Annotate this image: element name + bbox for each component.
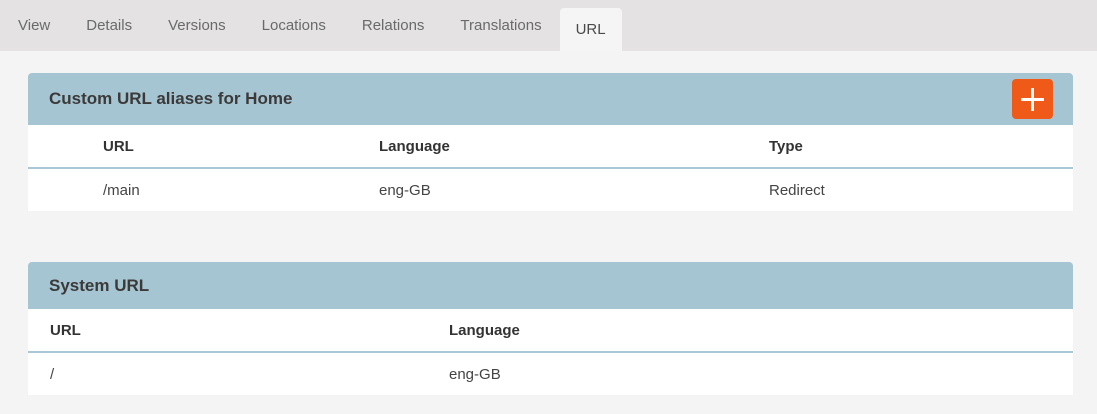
type-cell: Redirect — [769, 168, 1073, 211]
tab-relations[interactable]: Relations — [344, 0, 443, 51]
table-row: /main eng-GB Redirect — [28, 168, 1073, 211]
system-url-panel: System URL URL Language / eng-GB — [28, 262, 1073, 395]
gutter-cell — [28, 168, 103, 211]
language-column-header: Language — [449, 309, 1073, 352]
gutter-column-header — [28, 125, 103, 168]
tab-url[interactable]: URL — [560, 8, 622, 51]
table-row: / eng-GB — [28, 352, 1073, 395]
tab-details[interactable]: Details — [68, 0, 150, 51]
language-cell: eng-GB — [449, 352, 1073, 395]
tab-locations[interactable]: Locations — [244, 0, 344, 51]
panel-spacer — [28, 211, 1073, 262]
system-url-table: URL Language / eng-GB — [28, 309, 1073, 395]
system-url-title: System URL — [28, 276, 149, 296]
add-url-alias-button[interactable] — [1012, 79, 1053, 119]
tab-translations[interactable]: Translations — [442, 0, 559, 51]
custom-url-aliases-table: URL Language Type /main eng-GB Redirect — [28, 125, 1073, 211]
tab-bar: View Details Versions Locations Relation… — [0, 0, 1097, 51]
url-cell: /main — [103, 168, 379, 211]
url-column-header: URL — [103, 125, 379, 168]
table-header-row: URL Language — [28, 309, 1073, 352]
system-url-header: System URL — [28, 262, 1073, 309]
type-column-header: Type — [769, 125, 1073, 168]
language-cell: eng-GB — [379, 168, 769, 211]
content-area: Custom URL aliases for Home URL Language… — [28, 73, 1073, 395]
custom-url-aliases-title: Custom URL aliases for Home — [28, 89, 292, 109]
custom-url-aliases-panel: Custom URL aliases for Home URL Language… — [28, 73, 1073, 211]
url-cell: / — [28, 352, 449, 395]
tab-view[interactable]: View — [0, 0, 68, 51]
table-header-row: URL Language Type — [28, 125, 1073, 168]
url-column-header: URL — [28, 309, 449, 352]
tab-versions[interactable]: Versions — [150, 0, 244, 51]
plus-icon — [1021, 88, 1044, 111]
language-column-header: Language — [379, 125, 769, 168]
custom-url-aliases-header: Custom URL aliases for Home — [28, 73, 1073, 125]
